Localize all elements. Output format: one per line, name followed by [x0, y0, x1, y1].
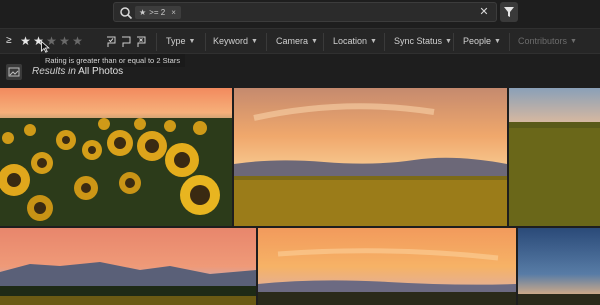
flag-picked-icon[interactable] [106, 35, 117, 47]
chevron-down-icon: ▼ [311, 37, 318, 45]
chip-label: >= 2 [149, 8, 166, 17]
filter-icon [504, 7, 514, 17]
photo-thumbnail[interactable] [0, 228, 256, 305]
rating-operator[interactable]: ≥ [6, 35, 12, 46]
chevron-down-icon: ▼ [570, 37, 577, 45]
divider [205, 33, 206, 51]
results-prefix: Results in [32, 66, 76, 77]
star-icon: ★ [139, 8, 147, 17]
type-dropdown[interactable]: Type ▼ [166, 36, 195, 46]
contributors-dropdown[interactable]: Contributors ▼ [518, 36, 577, 46]
top-bar: ★ >= 2 × ✕ [0, 0, 600, 26]
divider [453, 33, 454, 51]
grid-view-icon[interactable] [6, 64, 22, 80]
dropdown-label: Type [166, 36, 186, 46]
flag-filters [106, 35, 147, 47]
chevron-down-icon: ▼ [251, 37, 258, 45]
divider [509, 33, 510, 51]
dropdown-label: Keyword [213, 36, 249, 46]
dropdown-label: People [463, 36, 492, 46]
star-icon[interactable]: ★ [20, 35, 31, 47]
rating-stars[interactable]: ★ ★ ★ ★ ★ [20, 35, 83, 47]
chevron-down-icon: ▼ [370, 37, 377, 45]
filter-button[interactable] [500, 2, 518, 22]
close-icon[interactable]: × [171, 6, 176, 19]
people-dropdown[interactable]: People ▼ [463, 36, 501, 46]
divider [323, 33, 324, 51]
star-icon[interactable]: ★ [59, 35, 70, 47]
dropdown-label: Camera [276, 36, 309, 46]
camera-dropdown[interactable]: Camera ▼ [276, 36, 318, 46]
mouse-cursor-icon [41, 41, 50, 53]
photo-thumbnail[interactable] [0, 88, 232, 226]
clear-search-button[interactable]: ✕ [477, 5, 491, 19]
divider [266, 33, 267, 51]
photo-thumbnail[interactable] [234, 88, 507, 226]
photo-thumbnail[interactable] [518, 228, 600, 305]
chevron-down-icon: ▼ [494, 37, 501, 45]
dropdown-label: Location [333, 36, 368, 46]
photo-thumbnail[interactable] [509, 88, 600, 226]
dropdown-label: Sync Status [394, 36, 443, 46]
dropdown-label: Contributors [518, 36, 568, 46]
results-title: Results in All Photos [32, 66, 123, 77]
results-scope: All Photos [78, 66, 124, 77]
flag-unflagged-icon[interactable] [121, 35, 132, 47]
app-window: ★ >= 2 × ✕ ≥ ★ ★ ★ ★ ★ Type ▼ Keyword ▼ … [0, 0, 600, 305]
star-icon[interactable]: ★ [72, 35, 83, 47]
chevron-down-icon: ▼ [188, 37, 196, 45]
search-icon [120, 7, 133, 20]
keyword-dropdown[interactable]: Keyword ▼ [213, 36, 258, 46]
search-filter-chip[interactable]: ★ >= 2 × [135, 6, 181, 19]
photo-thumbnail[interactable] [258, 228, 516, 305]
divider [156, 33, 157, 51]
divider [384, 33, 385, 51]
search-field[interactable]: ★ >= 2 × ✕ [113, 2, 497, 22]
sync-status-dropdown[interactable]: Sync Status ▼ [394, 36, 452, 46]
filter-bar: ≥ ★ ★ ★ ★ ★ Type ▼ Keyword ▼ Camera ▼ Locat… [0, 28, 600, 54]
rating-tooltip: Rating is greater than or equal to 2 Sta… [40, 54, 186, 67]
flag-rejected-icon[interactable] [136, 35, 147, 47]
location-dropdown[interactable]: Location ▼ [333, 36, 377, 46]
chevron-down-icon: ▼ [445, 37, 452, 45]
